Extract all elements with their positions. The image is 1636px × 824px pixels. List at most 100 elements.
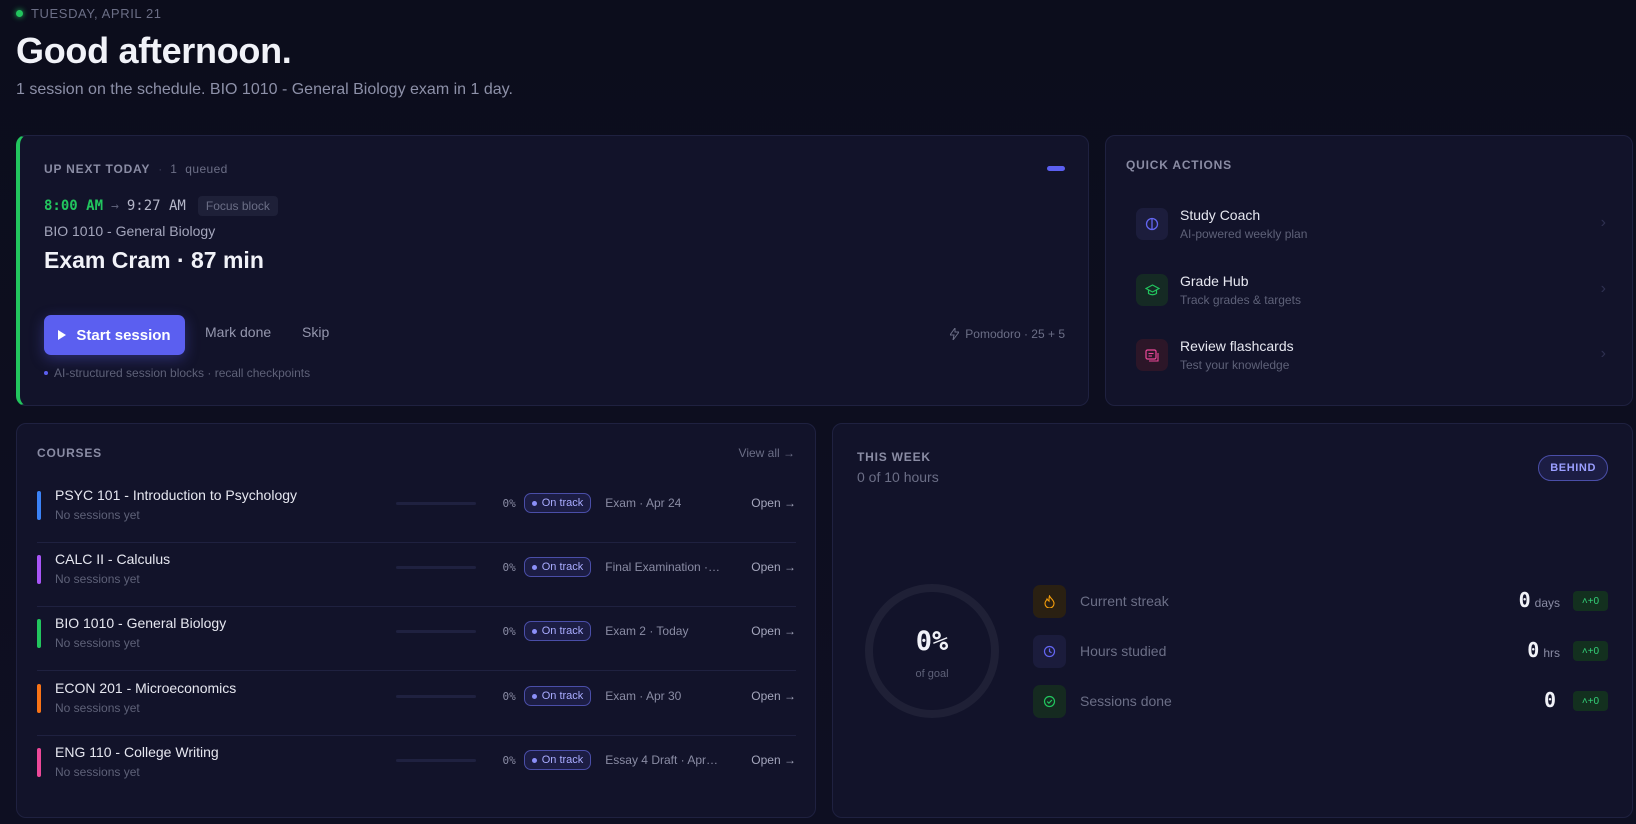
quick-actions-card: QUICK ACTIONS Study Coach AI-powered wee… — [1105, 135, 1633, 406]
goal-progress-ring: 0% of goal — [865, 584, 999, 718]
course-color-bar — [37, 491, 41, 520]
course-row[interactable]: ECON 201 - Microeconomics No sessions ye… — [37, 672, 796, 736]
course-row[interactable]: ENG 110 - College Writing No sessions ye… — [37, 736, 796, 800]
course-row[interactable]: BIO 1010 - General Biology No sessions y… — [37, 607, 796, 671]
course-name: PSYC 101 - Introduction to Psychology — [55, 487, 298, 503]
quick-action-subtitle: Track grades & targets — [1180, 293, 1301, 307]
course-sessions: No sessions yet — [55, 701, 140, 715]
quick-action-flashcards[interactable]: Review flashcards Test your knowledge › — [1136, 331, 1606, 379]
start-time: 8:00 AM — [44, 198, 104, 214]
stat-current-streak: Current streak 0 days ˄ +0 — [1033, 584, 1608, 618]
courses-card: COURSES View all → PSYC 101 - Introducti… — [16, 423, 816, 818]
start-session-label: Start session — [76, 326, 171, 344]
start-session-button[interactable]: Start session — [44, 315, 185, 355]
session-footnote: AI-structured session blocks · recall ch… — [44, 366, 310, 380]
course-exam: Exam · Apr 30 — [605, 689, 682, 703]
course-name: CALC II - Calculus — [55, 551, 171, 567]
queued-label: queued — [185, 162, 228, 176]
up-next-card: UP NEXT TODAY · 1 queued 8:00 AM → 9:27 … — [16, 135, 1089, 406]
graduation-cap-icon — [1136, 274, 1168, 306]
stat-sessions-done: Sessions done 0 ˄ +0 — [1033, 684, 1608, 718]
course-progress-pct: 0% — [502, 753, 516, 767]
course-progress-bar — [396, 629, 477, 633]
up-next-label: UP NEXT TODAY — [44, 162, 151, 176]
this-week-label: THIS WEEK — [857, 450, 931, 464]
quick-action-title: Review flashcards — [1180, 338, 1294, 354]
quick-action-title: Study Coach — [1180, 207, 1261, 223]
stat-label: Hours studied — [1080, 643, 1167, 659]
play-icon — [58, 330, 67, 340]
queued-count: 1 — [170, 162, 178, 176]
chevron-right-icon: › — [1600, 280, 1606, 297]
brain-icon — [1136, 208, 1168, 240]
course-name: BIO 1010 - General Biology — [55, 615, 227, 631]
open-course-link[interactable]: Open → — [751, 753, 796, 767]
quick-action-study-coach[interactable]: Study Coach AI-powered weekly plan › — [1136, 200, 1606, 248]
status-badge: On track — [523, 493, 592, 513]
open-course-link[interactable]: Open → — [751, 560, 796, 574]
course-exam: Essay 4 Draft · Apr 24 — [605, 753, 722, 767]
course-progress-pct: 0% — [502, 689, 516, 703]
clock-icon — [1033, 634, 1066, 668]
stat-unit: hrs — [1543, 646, 1560, 660]
time-range: 8:00 AM → 9:27 AM Focus block — [44, 196, 278, 216]
cards-icon — [1136, 339, 1168, 371]
stat-value: 0 — [1527, 638, 1540, 662]
view-all-link[interactable]: View all → — [739, 446, 795, 460]
up-next-header: UP NEXT TODAY · 1 queued — [44, 162, 228, 176]
mark-done-button[interactable]: Mark done — [205, 324, 271, 340]
goal-percentage: 0% — [915, 626, 949, 657]
stat-value: 0 — [1543, 688, 1556, 712]
status-badge: BEHIND — [1538, 455, 1608, 481]
stat-unit: days — [1534, 596, 1560, 610]
chevron-right-icon: › — [1600, 345, 1606, 362]
course-sessions: No sessions yet — [55, 636, 140, 650]
footnote-text: AI-structured session blocks · recall ch… — [54, 366, 311, 380]
goal-label: of goal — [915, 668, 949, 680]
flame-icon — [1033, 584, 1066, 618]
course-sessions: No sessions yet — [55, 572, 140, 586]
schedule-summary: 1 session on the schedule. BIO 1010 - Ge… — [16, 81, 513, 98]
session-course: BIO 1010 - General Biology — [44, 223, 216, 239]
pomodoro-label: Pomodoro · 25 + 5 — [965, 327, 1065, 341]
quick-action-subtitle: Test your knowledge — [1180, 358, 1290, 372]
stat-label: Sessions done — [1080, 693, 1172, 709]
course-color-bar — [37, 748, 41, 777]
skip-button[interactable]: Skip — [302, 324, 329, 340]
open-course-link[interactable]: Open → — [751, 496, 796, 510]
date-label: TUESDAY, APRIL 21 — [31, 6, 162, 21]
quick-action-grade-hub[interactable]: Grade Hub Track grades & targets › — [1136, 266, 1606, 314]
status-badge: On track — [523, 621, 592, 641]
course-progress-pct: 0% — [502, 560, 516, 574]
course-exam: Exam 2 · Today — [605, 624, 689, 638]
end-time: 9:27 AM — [126, 198, 186, 214]
course-exam: Exam · Apr 24 — [605, 496, 682, 510]
bolt-icon — [950, 328, 960, 340]
open-course-link[interactable]: Open → — [751, 624, 796, 638]
session-title: Exam Cram · 87 min — [44, 247, 264, 273]
course-sessions: No sessions yet — [55, 508, 140, 522]
queue-indicator[interactable] — [1047, 166, 1065, 171]
arrow-right-icon: → — [111, 198, 119, 214]
course-exam: Final Examination · ... — [605, 560, 722, 574]
this-week-card: THIS WEEK 0 of 10 hours BEHIND 0% of goa… — [832, 423, 1633, 818]
pomodoro-info: Pomodoro · 25 + 5 — [950, 327, 1065, 341]
date-row: TUESDAY, APRIL 21 — [16, 6, 162, 21]
stat-hours-studied: Hours studied 0 hrs ˄ +0 — [1033, 634, 1608, 668]
stat-delta-badge: ˄ +0 — [1573, 591, 1608, 611]
page-title: Good afternoon. — [16, 30, 292, 71]
course-color-bar — [37, 684, 41, 713]
course-row[interactable]: CALC II - Calculus No sessions yet 0% On… — [37, 543, 796, 607]
status-badge: On track — [523, 557, 592, 577]
header-separator: · — [158, 162, 163, 176]
hours-summary: 0 of 10 hours — [857, 469, 939, 485]
course-row[interactable]: PSYC 101 - Introduction to Psychology No… — [37, 479, 796, 543]
courses-label: COURSES — [37, 446, 102, 460]
course-progress-bar — [396, 694, 477, 698]
course-progress-bar — [396, 501, 477, 505]
course-progress-bar — [396, 758, 477, 762]
quick-action-title: Grade Hub — [1180, 273, 1249, 289]
open-course-link[interactable]: Open → — [751, 689, 796, 703]
status-badge: On track — [523, 750, 592, 770]
status-dot — [16, 10, 23, 17]
